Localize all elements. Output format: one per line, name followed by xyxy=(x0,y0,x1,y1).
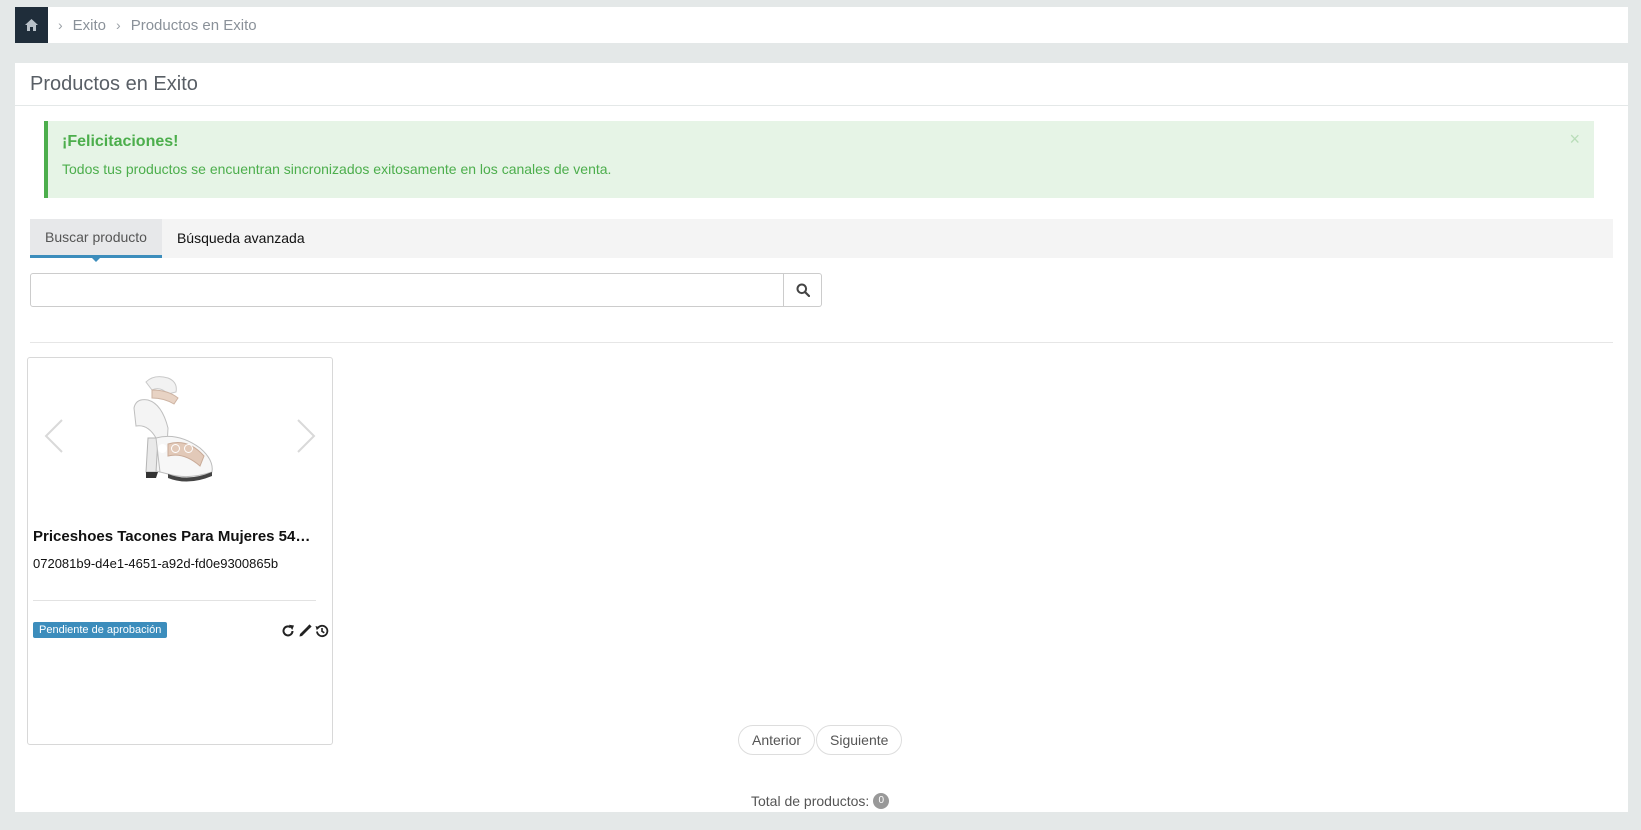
breadcrumb: › Exito › Productos en Exito xyxy=(15,7,1628,43)
pagination: Anterior Siguiente xyxy=(738,725,903,755)
tab-buscar-producto[interactable]: Buscar producto xyxy=(30,219,162,262)
product-card: Priceshoes Tacones Para Mujeres 54… 0720… xyxy=(27,357,333,745)
search-tabs: Buscar producto Búsqueda avanzada xyxy=(30,219,1613,262)
card-actions xyxy=(281,624,329,638)
history-icon[interactable] xyxy=(315,624,329,638)
card-divider xyxy=(33,600,316,601)
breadcrumb-item-exito[interactable]: Exito xyxy=(73,17,106,34)
carousel-next-button[interactable] xyxy=(290,416,320,456)
carousel-indicators xyxy=(158,444,193,453)
close-icon[interactable]: × xyxy=(1569,129,1580,150)
search-bar xyxy=(30,273,822,307)
alert-message: Todos tus productos se encuentran sincro… xyxy=(62,161,612,177)
refresh-icon[interactable] xyxy=(281,624,295,638)
total-products-label: Total de productos: xyxy=(751,793,870,809)
product-image xyxy=(133,376,213,482)
carousel-dot[interactable] xyxy=(171,444,180,453)
product-image-carousel xyxy=(28,368,332,498)
product-name[interactable]: Priceshoes Tacones Para Mujeres 54… xyxy=(33,528,325,545)
chevron-right-icon: › xyxy=(116,17,121,33)
search-icon xyxy=(796,283,810,297)
carousel-prev-button[interactable] xyxy=(40,416,70,456)
chevron-right-icon xyxy=(296,418,318,454)
main-panel: Productos en Exito ¡Felicitaciones! Todo… xyxy=(15,63,1628,812)
status-badge: Pendiente de aprobación xyxy=(33,622,168,638)
total-products: Total de productos: 0 xyxy=(751,793,890,809)
tab-busqueda-avanzada[interactable]: Búsqueda avanzada xyxy=(162,219,320,258)
chevron-left-icon xyxy=(42,418,64,454)
success-alert: ¡Felicitaciones! Todos tus productos se … xyxy=(44,121,1594,198)
home-icon xyxy=(25,19,38,31)
carousel-dot[interactable] xyxy=(158,444,167,453)
product-id: 072081b9-d4e1-4651-a92d-fd0e9300865b xyxy=(33,556,279,571)
total-products-count: 0 xyxy=(873,793,890,809)
next-page-button[interactable]: Siguiente xyxy=(816,725,903,755)
chevron-right-icon: › xyxy=(58,17,63,33)
search-button[interactable] xyxy=(784,273,822,307)
carousel-dot[interactable] xyxy=(184,444,193,453)
page-title: Productos en Exito xyxy=(15,63,1628,106)
search-input[interactable] xyxy=(30,273,784,307)
home-button[interactable] xyxy=(15,7,48,43)
pencil-icon[interactable] xyxy=(298,624,312,638)
breadcrumb-item-current: Productos en Exito xyxy=(130,16,257,34)
divider xyxy=(30,342,1613,343)
previous-page-button[interactable]: Anterior xyxy=(738,725,816,755)
alert-title: ¡Felicitaciones! xyxy=(62,133,179,150)
